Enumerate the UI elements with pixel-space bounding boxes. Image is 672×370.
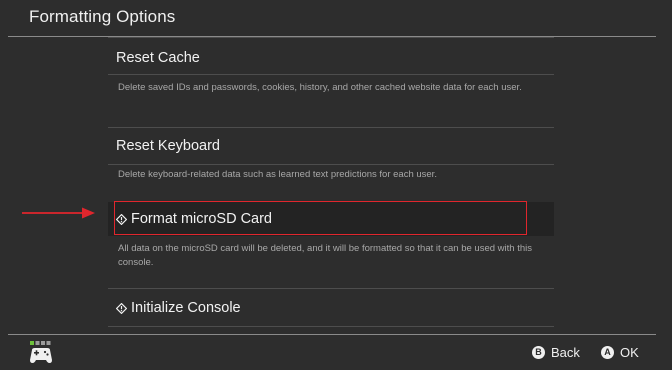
formatting-options-screen: Formatting Options Reset Cache Delete sa…	[0, 0, 672, 370]
controller-icon	[30, 341, 52, 363]
options-list: Reset Cache Delete saved IDs and passwor…	[108, 37, 556, 334]
footer: B Back A OK	[0, 335, 672, 370]
list-divider	[108, 37, 554, 38]
header: Formatting Options	[0, 0, 672, 36]
reset-cache-label: Reset Cache	[116, 50, 200, 66]
b-button-icon: B	[532, 346, 545, 359]
reset-cache-option[interactable]: Reset Cache	[108, 39, 554, 77]
diamond-alert-icon	[116, 303, 127, 314]
list-divider	[108, 74, 554, 75]
ok-label: OK	[620, 345, 639, 360]
reset-keyboard-label: Reset Keyboard	[116, 138, 220, 154]
arrow-pointer-icon	[22, 207, 95, 219]
format-microsd-description: All data on the microSD card will be del…	[118, 243, 532, 268]
list-divider	[108, 164, 554, 165]
initialize-console-option[interactable]: Initialize Console	[108, 289, 554, 327]
back-label: Back	[551, 345, 580, 360]
reset-keyboard-option[interactable]: Reset Keyboard	[108, 127, 554, 165]
list-divider	[108, 326, 554, 327]
ok-button[interactable]: A OK	[601, 345, 639, 360]
a-button-icon: A	[601, 346, 614, 359]
initialize-console-label: Initialize Console	[131, 300, 241, 316]
highlight-box	[114, 201, 527, 235]
back-button[interactable]: B Back	[532, 345, 580, 360]
reset-keyboard-description: Delete keyboard-related data such as lea…	[118, 169, 437, 180]
page-title: Formatting Options	[29, 7, 176, 26]
reset-cache-description: Delete saved IDs and passwords, cookies,…	[118, 82, 522, 93]
